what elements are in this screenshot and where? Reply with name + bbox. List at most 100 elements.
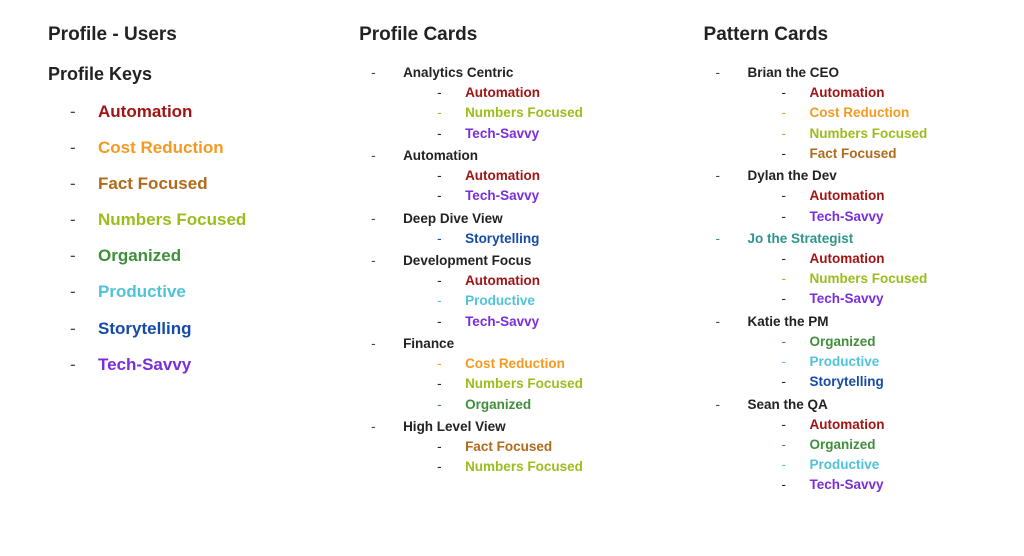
profile-key-label: Tech-Savvy bbox=[98, 355, 191, 374]
card-name: Sean the QA bbox=[748, 397, 828, 412]
card-tags: Automation Tech-Savvy bbox=[403, 167, 669, 205]
section-title-pattern-cards: Pattern Cards bbox=[704, 24, 1014, 46]
card-tag-label: Tech-Savvy bbox=[465, 314, 539, 329]
card-tag-label: Automation bbox=[810, 251, 885, 266]
profile-key-label: Numbers Focused bbox=[98, 210, 246, 229]
card-tag-label: Organized bbox=[465, 397, 531, 412]
profile-key-label: Organized bbox=[98, 246, 181, 265]
column-profile-users: Profile - Users Profile Keys AutomationC… bbox=[0, 24, 335, 499]
card-tag-label: Numbers Focused bbox=[465, 105, 583, 120]
card-tag-item: Cost Reduction bbox=[437, 355, 669, 373]
card-tag-label: Automation bbox=[465, 168, 540, 183]
card-item: Dylan the DevAutomationTech-Savvy bbox=[714, 167, 1014, 226]
card-tag-label: Numbers Focused bbox=[465, 459, 583, 474]
card-tag-item: Fact Focused bbox=[437, 438, 669, 456]
card-tag-label: Organized bbox=[810, 334, 876, 349]
card-tags: Cost Reduction Numbers Focused Organized bbox=[403, 355, 669, 414]
card-tag-item: Productive bbox=[782, 456, 1014, 474]
card-tag-label: Tech-Savvy bbox=[810, 291, 884, 306]
card-item: High Level View Fact Focused Numbers Focus… bbox=[369, 418, 669, 477]
card-tag-item: Productive bbox=[782, 353, 1014, 371]
card-tag-item: Numbers Focused bbox=[437, 375, 669, 393]
column-pattern-cards: Pattern Cards Brian the CEOAutomationCos… bbox=[690, 24, 1024, 499]
card-tag-item: Automation bbox=[782, 250, 1014, 268]
card-tag-item: Automation bbox=[782, 416, 1014, 434]
card-tag-label: Automation bbox=[465, 85, 540, 100]
card-tag-item: Automation bbox=[437, 167, 669, 185]
profile-key-item: Tech-Savvy bbox=[70, 354, 325, 376]
card-tag-item: Productive bbox=[437, 292, 669, 310]
card-tag-label: Tech-Savvy bbox=[465, 188, 539, 203]
card-tag-item: Tech-Savvy bbox=[782, 476, 1014, 494]
column-profile-cards: Profile Cards Analytics Centric Automatio… bbox=[345, 24, 679, 499]
card-item: FinanceCost ReductionNumbers FocusedOrga… bbox=[369, 335, 669, 414]
pattern-cards-list: Brian the CEOAutomationCost ReductionNum… bbox=[704, 64, 1014, 495]
card-tag-label: Fact Focused bbox=[810, 146, 897, 161]
card-tag-label: Automation bbox=[465, 273, 540, 288]
card-tag-item: Numbers Focused bbox=[782, 270, 1014, 288]
card-tag-label: Tech-Savvy bbox=[810, 209, 884, 224]
card-tag-label: Storytelling bbox=[810, 374, 884, 389]
card-tag-item: Automation bbox=[437, 84, 669, 102]
card-tag-label: Storytelling bbox=[465, 231, 539, 246]
card-tag-item: Tech-Savvy bbox=[437, 187, 669, 205]
card-name: Analytics Centric bbox=[403, 65, 513, 80]
card-tag-label: Tech-Savvy bbox=[810, 477, 884, 492]
card-tag-label: Cost Reduction bbox=[810, 105, 910, 120]
card-item: Automation Automation Tech-Savvy bbox=[369, 147, 669, 206]
section-title-profile-keys: Profile Keys bbox=[48, 64, 325, 85]
profile-cards-list: Analytics Centric Automation Numbers Focus… bbox=[359, 64, 669, 476]
card-tag-label: Productive bbox=[810, 354, 880, 369]
card-tags: Storytelling bbox=[403, 230, 669, 248]
card-tag-label: Numbers Focused bbox=[465, 376, 583, 391]
card-tags: Automation Productive Tech-Savvy bbox=[403, 272, 669, 331]
card-tag-label: Fact Focused bbox=[465, 439, 552, 454]
card-tag-item: Automation bbox=[782, 187, 1014, 205]
card-tag-item: Organized bbox=[437, 396, 669, 414]
profile-key-item: Cost Reduction bbox=[70, 137, 325, 159]
profile-key-item: Fact Focused bbox=[70, 173, 325, 195]
profile-key-item: Numbers Focused bbox=[70, 209, 325, 231]
card-item: Brian the CEOAutomationCost ReductionNum… bbox=[714, 64, 1014, 163]
card-tag-label: Tech-Savvy bbox=[465, 126, 539, 141]
card-tag-label: Numbers Focused bbox=[810, 271, 928, 286]
card-tag-item: Automation bbox=[437, 272, 669, 290]
card-tag-item: Tech-Savvy bbox=[437, 125, 669, 143]
section-title-profile-cards: Profile Cards bbox=[359, 24, 669, 46]
card-tag-label: Automation bbox=[810, 85, 885, 100]
card-tag-label: Organized bbox=[810, 437, 876, 452]
card-tag-item: Cost Reduction bbox=[782, 104, 1014, 122]
profile-key-label: Fact Focused bbox=[98, 174, 208, 193]
card-tag-item: Numbers Focused bbox=[782, 125, 1014, 143]
card-name: Jo the Strategist bbox=[748, 231, 854, 246]
card-item: Development FocusAutomationProductiveTec… bbox=[369, 252, 669, 331]
card-tag-label: Numbers Focused bbox=[810, 126, 928, 141]
card-tag-item: Tech-Savvy bbox=[782, 290, 1014, 308]
card-tag-item: Numbers Focused bbox=[437, 458, 669, 476]
card-name: High Level View bbox=[403, 419, 506, 434]
card-tag-label: Cost Reduction bbox=[465, 356, 565, 371]
profile-key-label: Productive bbox=[98, 282, 186, 301]
card-tags: Automation Numbers Focused Tech-Savvy bbox=[748, 250, 1014, 309]
card-tag-item: Tech-Savvy bbox=[437, 313, 669, 331]
profile-key-label: Storytelling bbox=[98, 319, 192, 338]
card-tags: Automation Tech-Savvy bbox=[748, 187, 1014, 225]
profile-key-item: Storytelling bbox=[70, 318, 325, 340]
card-tag-item: Organized bbox=[782, 333, 1014, 351]
card-tag-item: Fact Focused bbox=[782, 145, 1014, 163]
card-tag-item: Tech-Savvy bbox=[782, 208, 1014, 226]
card-name: Deep Dive View bbox=[403, 211, 503, 226]
profile-key-item: Organized bbox=[70, 245, 325, 267]
card-item: Sean the QA Automation Organized Productive… bbox=[714, 396, 1014, 495]
card-tag-item: Storytelling bbox=[437, 230, 669, 248]
card-item: Katie the PMOrganizedProductiveStorytell… bbox=[714, 313, 1014, 392]
card-item: Deep Dive View Storytelling bbox=[369, 210, 669, 248]
card-tag-item: Automation bbox=[782, 84, 1014, 102]
card-tags: Automation Organized Productive Tech-Savvy bbox=[748, 416, 1014, 495]
card-name: Automation bbox=[403, 148, 478, 163]
card-tags: Organized Productive Storytelling bbox=[748, 333, 1014, 392]
profile-key-label: Cost Reduction bbox=[98, 138, 224, 157]
card-tags: Fact Focused Numbers Focused bbox=[403, 438, 669, 476]
card-tag-label: Automation bbox=[810, 417, 885, 432]
card-tags: Automation Cost Reduction Numbers Focused F… bbox=[748, 84, 1014, 163]
